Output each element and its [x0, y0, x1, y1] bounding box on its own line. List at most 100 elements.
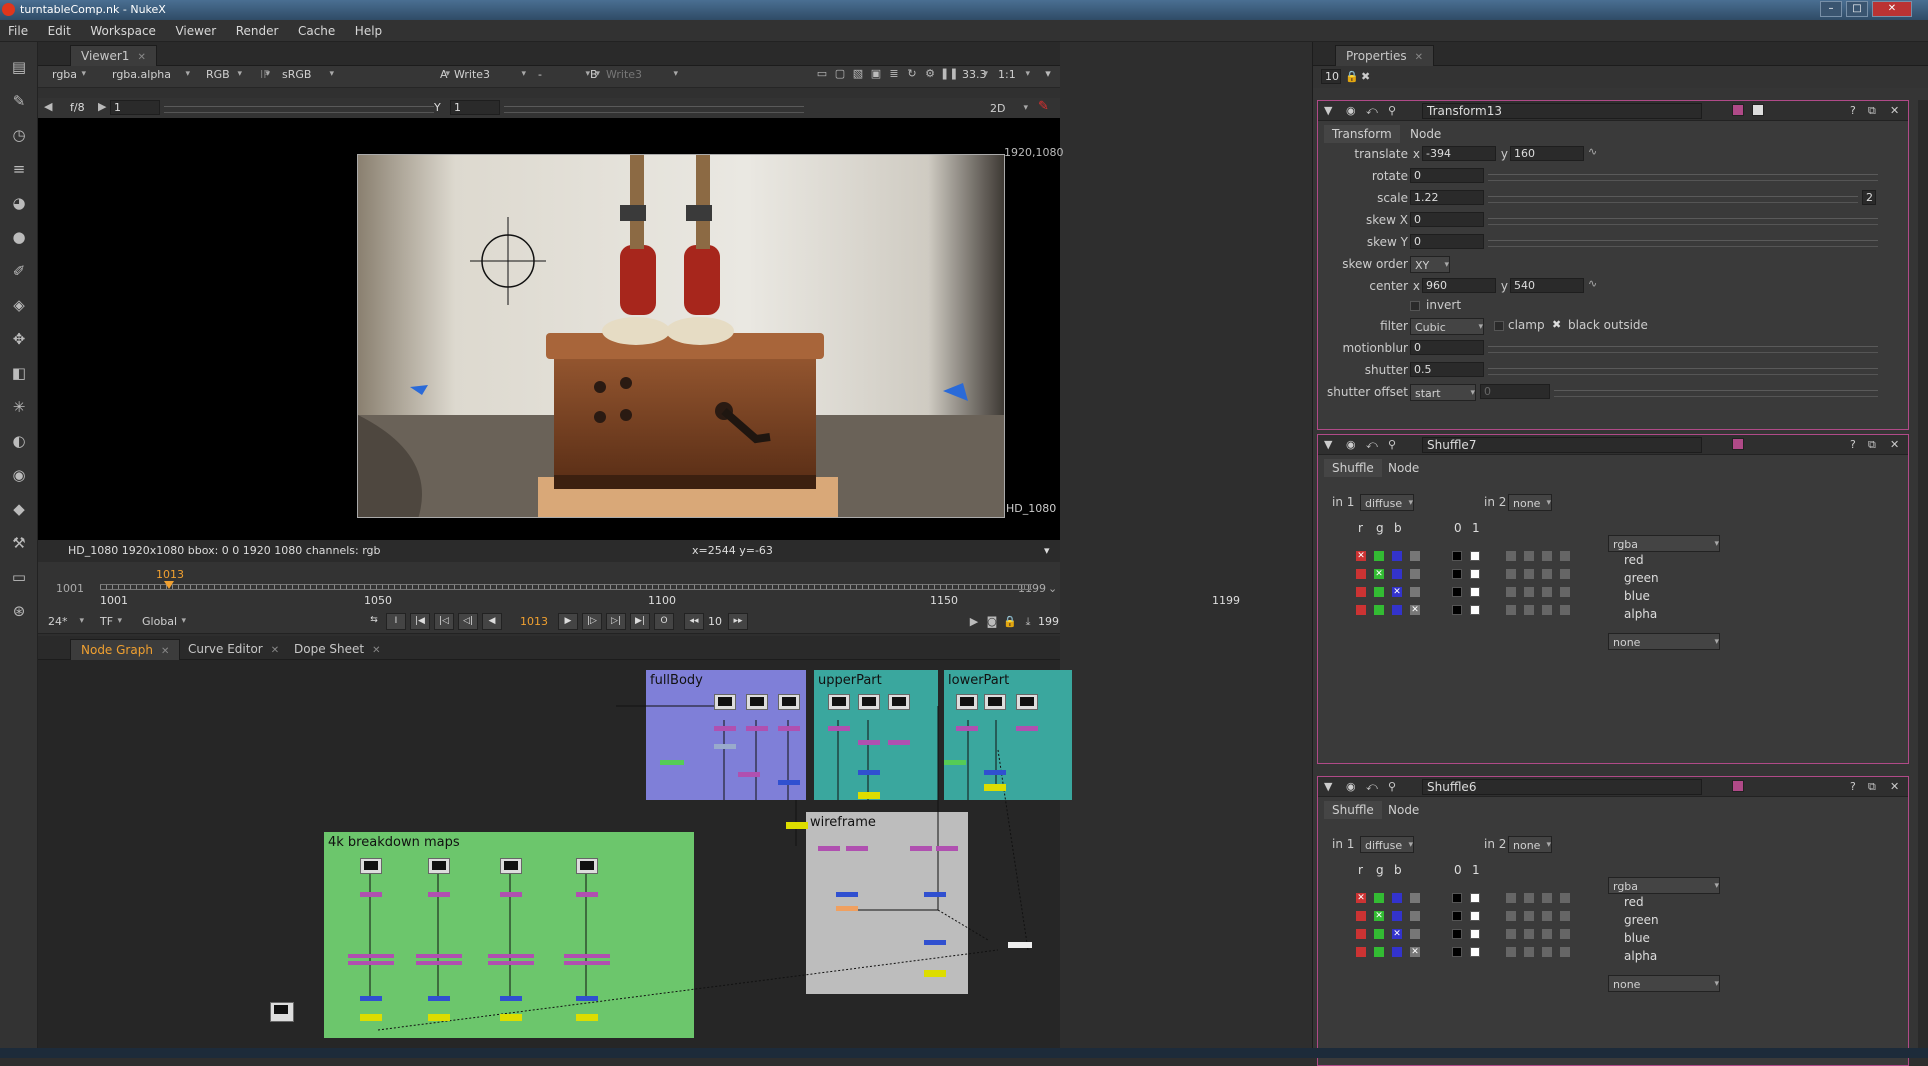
clear-panels-icon[interactable]: ✖ [1361, 70, 1370, 83]
shuffle-cell[interactable] [1392, 605, 1402, 615]
close-icon[interactable]: ✕ [1415, 52, 1423, 63]
shuffle-cell[interactable]: ✕ [1410, 605, 1420, 615]
shuffle-in2-cell[interactable] [1506, 605, 1516, 615]
shuffle-const-cell[interactable] [1470, 929, 1480, 939]
shuffle-node[interactable] [818, 846, 840, 851]
shuffle-in2-cell[interactable] [1506, 587, 1516, 597]
other-tools-icon[interactable]: ⚒ [8, 532, 30, 554]
shuffle-cell[interactable] [1356, 587, 1366, 597]
undo-icon[interactable]: ⤺ [1366, 104, 1378, 118]
read-node[interactable] [714, 694, 736, 710]
step-forward-button[interactable]: ▸▸ [728, 613, 748, 630]
out2-dropdown[interactable]: none [1608, 975, 1720, 993]
shuffle-in2-cell[interactable] [1524, 551, 1534, 561]
shuffle-cell[interactable] [1374, 605, 1384, 615]
shuffle-node[interactable] [846, 846, 868, 851]
read-node[interactable] [956, 694, 978, 710]
roi-icon[interactable]: ▭ [814, 66, 830, 82]
menu-cache[interactable]: Cache [290, 20, 343, 42]
refresh-icon[interactable]: ↻ [904, 66, 920, 82]
fps-dropdown[interactable]: 24* [44, 613, 84, 630]
pin-icon[interactable]: ⚲ [1388, 780, 1396, 793]
skewx-slider[interactable] [1488, 213, 1878, 225]
shuffle-const-cell[interactable] [1452, 587, 1462, 597]
shuffle-const-cell[interactable] [1452, 947, 1462, 957]
rotate-slider[interactable] [1488, 169, 1878, 181]
shuffle-cell[interactable] [1374, 947, 1384, 957]
shutter-offset-slider[interactable] [1554, 385, 1878, 397]
dot-node[interactable] [1008, 942, 1032, 948]
shutter-slider[interactable] [1488, 363, 1878, 375]
shuffle-cell[interactable] [1356, 947, 1366, 957]
shuffle-const-cell[interactable] [1452, 929, 1462, 939]
close-icon[interactable]: ✕ [372, 645, 380, 656]
shuffle-cell[interactable] [1392, 551, 1402, 561]
node-graph-canvas[interactable]: fullBody upperPart lowerPart wireframe 4… [38, 660, 1072, 1058]
pin-icon[interactable]: ⚲ [1388, 104, 1396, 117]
shuffle-node-group[interactable] [564, 954, 610, 968]
merge-tools-icon[interactable]: ◈ [8, 294, 30, 316]
shuffle-cell[interactable] [1374, 893, 1384, 903]
transform-tools-icon[interactable]: ✥ [8, 328, 30, 350]
pin-icon[interactable]: ⚲ [1388, 438, 1396, 451]
out-point-button[interactable]: O [654, 613, 674, 630]
gain-left-icon[interactable]: ◀ [44, 100, 52, 113]
tab-node[interactable]: Node [1410, 125, 1441, 143]
skewx-field[interactable]: 0 [1410, 212, 1484, 227]
shuffle-in2-cell[interactable] [1542, 911, 1552, 921]
in2-dropdown[interactable]: none [1508, 836, 1552, 854]
gain-field[interactable]: 1 [110, 100, 160, 115]
zoom-dropdown[interactable]: 33.3 [958, 66, 988, 83]
menu-file[interactable]: File [0, 20, 36, 42]
in1-dropdown[interactable]: diffuse [1360, 494, 1414, 512]
shuffle-node[interactable] [888, 740, 910, 745]
maximize-button[interactable]: □ [1846, 1, 1868, 17]
read-node[interactable] [858, 694, 880, 710]
shuffle-const-cell[interactable] [1470, 605, 1480, 615]
particles-tools-icon[interactable]: ✳ [8, 396, 30, 418]
node-color-icon[interactable]: ◉ [1346, 438, 1356, 451]
write-node[interactable] [858, 792, 880, 799]
shuffle-cell[interactable] [1410, 893, 1420, 903]
shuffle-cell[interactable] [1410, 587, 1420, 597]
menu-help[interactable]: Help [347, 20, 390, 42]
node-name-field[interactable]: Transform13 [1422, 103, 1702, 119]
in2-dropdown[interactable]: none [1508, 494, 1552, 512]
shuffle-in2-cell[interactable] [1560, 929, 1570, 939]
shuffle-cell[interactable] [1356, 911, 1366, 921]
float-icon[interactable]: ⧉ [1868, 438, 1876, 452]
properties-scrollbar[interactable] [1918, 100, 1928, 1048]
shuffle-cell[interactable] [1374, 929, 1384, 939]
close-icon[interactable]: ✕ [1890, 104, 1899, 117]
scale-dimensions-button[interactable]: 2 [1862, 190, 1876, 205]
shuffle-in2-cell[interactable] [1560, 893, 1570, 903]
motionblur-field[interactable]: 0 [1410, 340, 1484, 355]
shuffle-node[interactable] [910, 846, 932, 851]
shuffle-in2-cell[interactable] [1542, 929, 1552, 939]
shuffle-in2-cell[interactable] [1560, 947, 1570, 957]
write-node[interactable] [500, 1014, 522, 1021]
float-icon[interactable]: ⧉ [1868, 104, 1876, 118]
step-back-button[interactable]: ◂◂ [684, 613, 704, 630]
in-point-button[interactable]: I [386, 613, 406, 630]
write-node[interactable] [428, 1014, 450, 1021]
write-node[interactable] [984, 784, 1006, 791]
collapse-icon[interactable]: ▼ [1324, 104, 1332, 117]
shuffle-cell[interactable] [1410, 551, 1420, 561]
shuffle-in2-cell[interactable] [1524, 893, 1534, 903]
shuffle-cell[interactable] [1356, 929, 1366, 939]
close-icon[interactable]: ✕ [137, 52, 145, 63]
float-icon[interactable]: ⧉ [1868, 780, 1876, 794]
views-tools-icon[interactable]: ◉ [8, 464, 30, 486]
3d-tools-icon[interactable]: ◧ [8, 362, 30, 384]
prev-keyframe-button[interactable]: |◁ [434, 613, 454, 630]
shuffle-node[interactable] [956, 726, 978, 731]
shuffle-const-cell[interactable] [1452, 911, 1462, 921]
shuffle-in2-cell[interactable] [1506, 551, 1516, 561]
shuffle-node[interactable] [858, 740, 880, 745]
settings-icon[interactable]: ⚙ [922, 66, 938, 82]
shuffle-node[interactable] [746, 726, 768, 731]
channels-dropdown[interactable]: rgba [48, 66, 86, 83]
shuffle-cell[interactable] [1356, 605, 1366, 615]
shuffle-node[interactable] [828, 726, 850, 731]
